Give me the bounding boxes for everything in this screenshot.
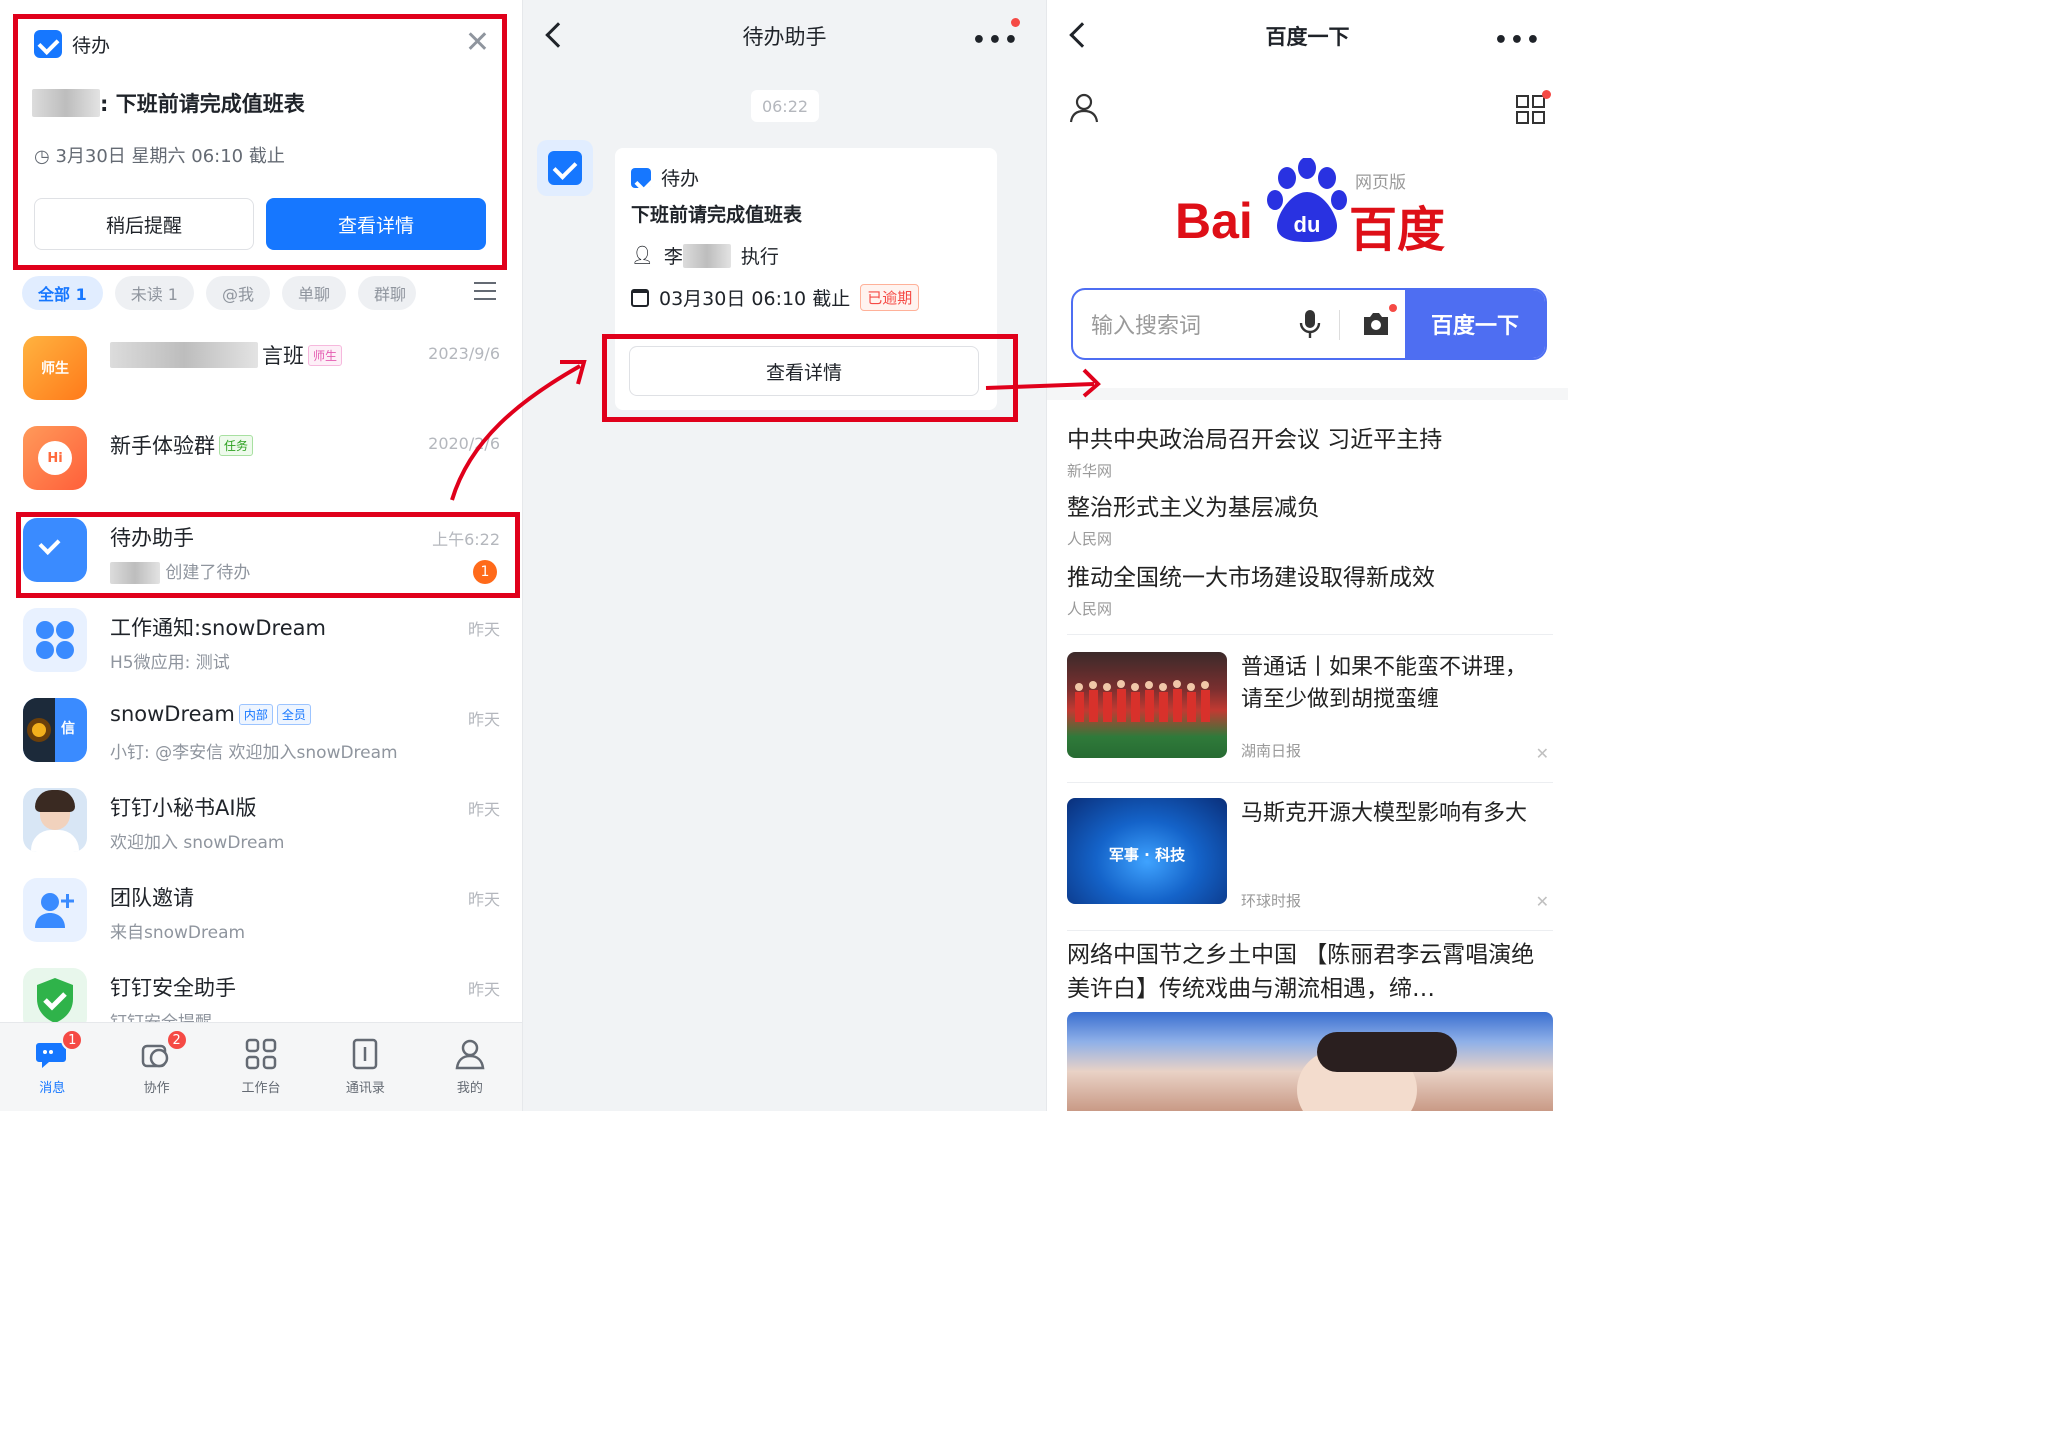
arrow-to-baidu (985, 382, 1095, 390)
screenshot-composite: 待办 ✕ : 下班前请完成值班表 ◷ 3月30日 星期六 06:10 截止 稍后… (0, 0, 1568, 1111)
arrow-head (560, 360, 587, 385)
arrow-to-chat (450, 364, 581, 501)
flow-arrows (450, 360, 1101, 501)
